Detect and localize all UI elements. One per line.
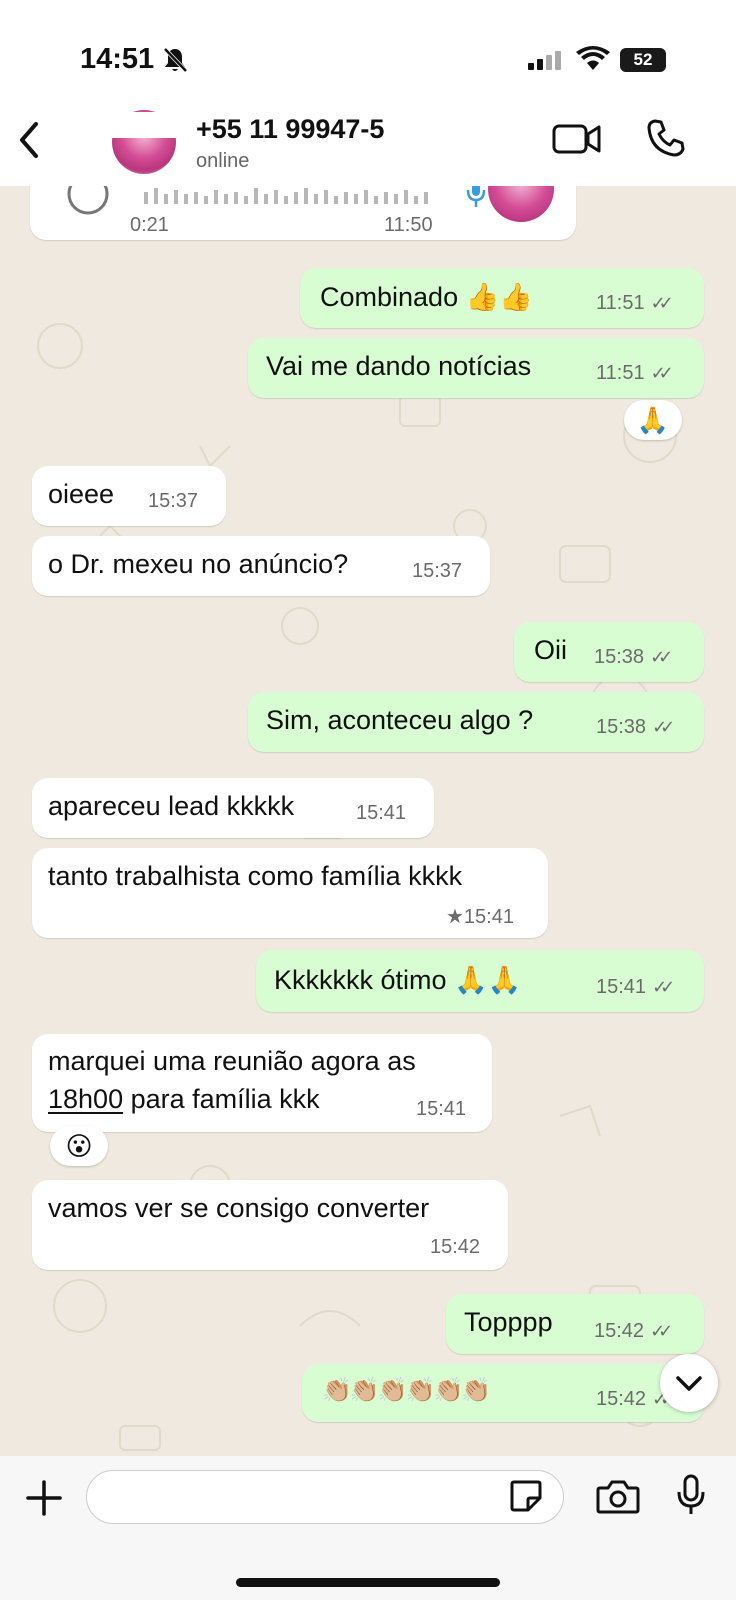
message-text: vamos ver se consigo converter: [48, 1193, 430, 1223]
read-ticks-icon: ✓✓: [650, 363, 674, 383]
message-meta: 15:41 ✓✓: [596, 976, 675, 999]
message-bubble-in[interactable]: marquei uma reunião agora as 18h00 para …: [32, 1034, 492, 1132]
chat-header: +55 11 99947-5 online: [0, 100, 736, 187]
message-text-rest: para família kkk: [123, 1084, 320, 1114]
message-time: 15:38: [594, 646, 645, 668]
message-bubble-in[interactable]: oieee 15:37: [32, 466, 226, 526]
voice-note-bubble[interactable]: 0:21 11:50: [30, 186, 576, 240]
message-text: Sim, aconteceu algo ?: [266, 705, 534, 735]
phone-call-icon[interactable]: [646, 118, 686, 158]
message-time: 15:37: [412, 560, 463, 582]
back-chevron-icon[interactable]: [14, 118, 44, 162]
chevron-down-icon: [676, 1376, 702, 1391]
message-input[interactable]: [86, 1470, 564, 1524]
message-bubble-out[interactable]: Sim, aconteceu algo ? 15:38 ✓✓: [248, 692, 704, 752]
message-reaction[interactable]: 😮: [50, 1126, 108, 1166]
voice-note-avatar: [488, 186, 554, 222]
message-bubble-out[interactable]: Oii 15:38 ✓✓: [514, 622, 704, 682]
scroll-to-bottom-button[interactable]: [660, 1354, 718, 1412]
waveform-icon: [144, 188, 428, 204]
message-text-line-2: 18h00 para família kkk: [48, 1084, 320, 1115]
plus-icon[interactable]: [24, 1478, 64, 1518]
message-text: Kkkkkkk ótimo 🙏🙏: [274, 965, 522, 995]
read-ticks-icon: ✓✓: [650, 1321, 673, 1341]
read-ticks-icon: ✓✓: [650, 293, 674, 313]
message-bubble-in[interactable]: tanto trabalhista como família kkkk ★15:…: [32, 848, 548, 938]
bell-muted-icon: [163, 47, 188, 73]
chat-area[interactable]: 0:21 11:50 Combinado 👍👍 11:51 ✓✓ Vai me d…: [0, 186, 736, 1456]
status-bar: 14:51 52: [0, 0, 736, 110]
message-time: 15:42: [430, 1236, 481, 1258]
read-ticks-icon: ✓✓: [650, 647, 673, 667]
message-time: 11:51: [596, 292, 645, 314]
voice-note-duration: 0:21: [130, 214, 169, 236]
read-ticks-icon: ✓✓: [652, 977, 675, 997]
message-text: o Dr. mexeu no anúncio?: [48, 549, 349, 579]
voice-note-time: 11:50: [384, 214, 433, 236]
message-time: 15:41: [416, 1098, 467, 1120]
message-text: Combinado 👍👍: [320, 282, 533, 312]
message-time: 15:42: [596, 1388, 647, 1410]
contact-presence: online: [196, 150, 250, 172]
redaction-block: [406, 100, 484, 156]
composer-bar: [0, 1456, 736, 1600]
read-ticks-icon: ✓✓: [652, 717, 675, 737]
message-text-line-1: marquei uma reunião agora as: [48, 1046, 416, 1076]
message-text: apareceu lead kkkkk: [48, 791, 295, 821]
message-meta: 15:38 ✓✓: [594, 646, 673, 669]
message-text: tanto trabalhista como família kkkk: [48, 861, 463, 891]
message-text: 👏🏼👏🏼👏🏼👏🏼👏🏼👏🏼: [322, 1377, 491, 1404]
message-time: ★15:41: [446, 906, 514, 928]
message-bubble-in[interactable]: apareceu lead kkkkk 15:41: [32, 778, 434, 838]
redaction-block: [112, 112, 182, 138]
message-meta: 11:51 ✓✓: [596, 362, 674, 385]
message-text: Vai me dando notícias: [266, 351, 532, 381]
message-bubble-in[interactable]: vamos ver se consigo converter 15:42: [32, 1180, 508, 1270]
message-text: Oii: [534, 635, 567, 665]
message-bubble-out[interactable]: Vai me dando notícias 11:51 ✓✓: [248, 338, 704, 398]
sticker-icon[interactable]: [508, 1478, 544, 1514]
message-text: Topppp: [464, 1307, 553, 1337]
message-time: 15:37: [148, 490, 199, 512]
message-text: oieee: [48, 479, 115, 509]
message-bubble-out[interactable]: Combinado 👍👍 11:51 ✓✓: [300, 268, 704, 328]
contact-name[interactable]: +55 11 99947-5: [196, 114, 384, 145]
message-meta: 11:51 ✓✓: [596, 292, 674, 315]
message-reaction[interactable]: 🙏: [624, 400, 682, 440]
message-meta: 15:42 ✓✓: [594, 1320, 673, 1343]
message-time: 15:41: [356, 802, 407, 824]
message-bubble-in[interactable]: o Dr. mexeu no anúncio? 15:37: [32, 536, 490, 596]
play-icon[interactable]: [66, 186, 110, 216]
message-time: 15:38: [596, 716, 647, 738]
wifi-icon: [576, 46, 610, 70]
home-indicator: [236, 1578, 500, 1587]
video-call-icon[interactable]: [552, 122, 602, 156]
message-bubble-out[interactable]: 👏🏼👏🏼👏🏼👏🏼👏🏼👏🏼 15:42 ✓✓: [302, 1364, 704, 1422]
message-bubble-out[interactable]: Topppp 15:42 ✓✓: [446, 1294, 704, 1354]
message-time: 15:42: [594, 1320, 645, 1342]
time-link[interactable]: 18h00: [48, 1084, 123, 1114]
message-meta: 15:42 ✓✓: [596, 1388, 675, 1411]
cellular-signal-icon: [528, 51, 561, 70]
message-time: 15:41: [596, 976, 647, 998]
battery-indicator: 52: [620, 48, 666, 72]
message-bubble-out[interactable]: Kkkkkkk ótimo 🙏🙏 15:41 ✓✓: [256, 950, 704, 1012]
message-meta: 15:38 ✓✓: [596, 716, 675, 739]
camera-icon[interactable]: [596, 1478, 640, 1514]
status-time: 14:51: [80, 43, 155, 75]
mic-icon: [466, 186, 486, 207]
microphone-icon[interactable]: [676, 1474, 706, 1518]
message-time: 11:51: [596, 362, 645, 384]
